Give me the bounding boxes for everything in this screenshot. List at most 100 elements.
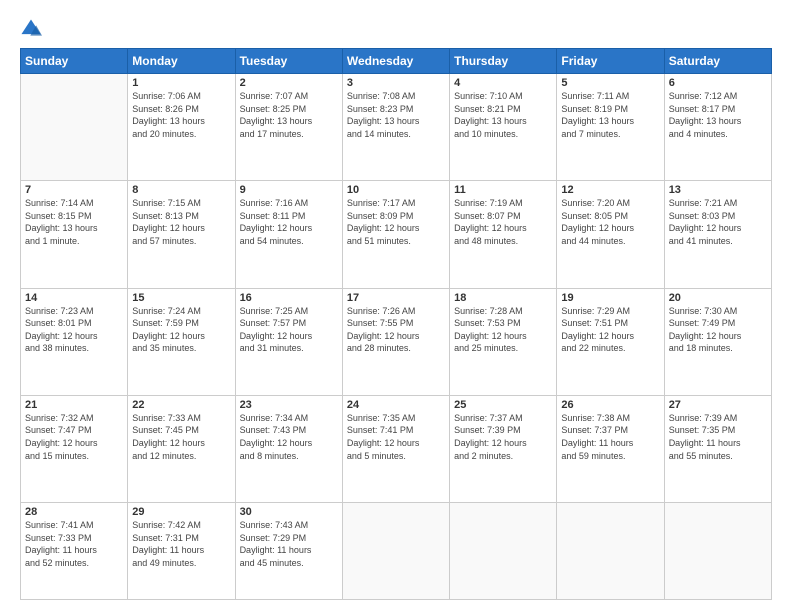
calendar-cell	[664, 503, 771, 600]
day-number: 15	[132, 292, 230, 304]
day-info: Sunrise: 7:11 AM Sunset: 8:19 PM Dayligh…	[561, 90, 659, 140]
day-number: 28	[25, 506, 123, 518]
calendar-week-row: 7Sunrise: 7:14 AM Sunset: 8:15 PM Daylig…	[21, 181, 772, 288]
calendar-cell: 8Sunrise: 7:15 AM Sunset: 8:13 PM Daylig…	[128, 181, 235, 288]
calendar-cell: 9Sunrise: 7:16 AM Sunset: 8:11 PM Daylig…	[235, 181, 342, 288]
day-number: 25	[454, 399, 552, 411]
calendar-cell: 3Sunrise: 7:08 AM Sunset: 8:23 PM Daylig…	[342, 74, 449, 181]
logo	[20, 18, 46, 40]
day-info: Sunrise: 7:41 AM Sunset: 7:33 PM Dayligh…	[25, 519, 123, 569]
day-info: Sunrise: 7:43 AM Sunset: 7:29 PM Dayligh…	[240, 519, 338, 569]
day-info: Sunrise: 7:23 AM Sunset: 8:01 PM Dayligh…	[25, 305, 123, 355]
calendar-week-row: 28Sunrise: 7:41 AM Sunset: 7:33 PM Dayli…	[21, 503, 772, 600]
page: SundayMondayTuesdayWednesdayThursdayFrid…	[0, 0, 792, 612]
day-number: 12	[561, 184, 659, 196]
day-number: 30	[240, 506, 338, 518]
day-info: Sunrise: 7:32 AM Sunset: 7:47 PM Dayligh…	[25, 412, 123, 462]
calendar-cell: 21Sunrise: 7:32 AM Sunset: 7:47 PM Dayli…	[21, 395, 128, 502]
calendar-cell: 10Sunrise: 7:17 AM Sunset: 8:09 PM Dayli…	[342, 181, 449, 288]
calendar-day-header: Thursday	[450, 49, 557, 74]
day-number: 5	[561, 77, 659, 89]
day-number: 17	[347, 292, 445, 304]
calendar-day-header: Monday	[128, 49, 235, 74]
day-info: Sunrise: 7:10 AM Sunset: 8:21 PM Dayligh…	[454, 90, 552, 140]
calendar-cell: 6Sunrise: 7:12 AM Sunset: 8:17 PM Daylig…	[664, 74, 771, 181]
day-number: 18	[454, 292, 552, 304]
day-info: Sunrise: 7:35 AM Sunset: 7:41 PM Dayligh…	[347, 412, 445, 462]
calendar-cell	[21, 74, 128, 181]
day-info: Sunrise: 7:37 AM Sunset: 7:39 PM Dayligh…	[454, 412, 552, 462]
day-number: 22	[132, 399, 230, 411]
calendar-header-row: SundayMondayTuesdayWednesdayThursdayFrid…	[21, 49, 772, 74]
day-info: Sunrise: 7:12 AM Sunset: 8:17 PM Dayligh…	[669, 90, 767, 140]
day-info: Sunrise: 7:15 AM Sunset: 8:13 PM Dayligh…	[132, 197, 230, 247]
day-info: Sunrise: 7:25 AM Sunset: 7:57 PM Dayligh…	[240, 305, 338, 355]
calendar-week-row: 14Sunrise: 7:23 AM Sunset: 8:01 PM Dayli…	[21, 288, 772, 395]
day-number: 6	[669, 77, 767, 89]
day-number: 11	[454, 184, 552, 196]
day-number: 20	[669, 292, 767, 304]
day-number: 2	[240, 77, 338, 89]
calendar-cell: 28Sunrise: 7:41 AM Sunset: 7:33 PM Dayli…	[21, 503, 128, 600]
calendar-day-header: Saturday	[664, 49, 771, 74]
day-number: 1	[132, 77, 230, 89]
calendar-cell: 17Sunrise: 7:26 AM Sunset: 7:55 PM Dayli…	[342, 288, 449, 395]
calendar-cell: 26Sunrise: 7:38 AM Sunset: 7:37 PM Dayli…	[557, 395, 664, 502]
day-info: Sunrise: 7:30 AM Sunset: 7:49 PM Dayligh…	[669, 305, 767, 355]
calendar-cell: 15Sunrise: 7:24 AM Sunset: 7:59 PM Dayli…	[128, 288, 235, 395]
calendar-cell: 20Sunrise: 7:30 AM Sunset: 7:49 PM Dayli…	[664, 288, 771, 395]
day-number: 26	[561, 399, 659, 411]
calendar-cell: 13Sunrise: 7:21 AM Sunset: 8:03 PM Dayli…	[664, 181, 771, 288]
day-number: 9	[240, 184, 338, 196]
calendar-cell: 27Sunrise: 7:39 AM Sunset: 7:35 PM Dayli…	[664, 395, 771, 502]
calendar-cell: 1Sunrise: 7:06 AM Sunset: 8:26 PM Daylig…	[128, 74, 235, 181]
calendar-cell: 4Sunrise: 7:10 AM Sunset: 8:21 PM Daylig…	[450, 74, 557, 181]
day-number: 23	[240, 399, 338, 411]
calendar-cell	[557, 503, 664, 600]
calendar-cell: 11Sunrise: 7:19 AM Sunset: 8:07 PM Dayli…	[450, 181, 557, 288]
day-info: Sunrise: 7:42 AM Sunset: 7:31 PM Dayligh…	[132, 519, 230, 569]
calendar-cell: 5Sunrise: 7:11 AM Sunset: 8:19 PM Daylig…	[557, 74, 664, 181]
day-info: Sunrise: 7:07 AM Sunset: 8:25 PM Dayligh…	[240, 90, 338, 140]
calendar-week-row: 1Sunrise: 7:06 AM Sunset: 8:26 PM Daylig…	[21, 74, 772, 181]
day-info: Sunrise: 7:28 AM Sunset: 7:53 PM Dayligh…	[454, 305, 552, 355]
day-number: 8	[132, 184, 230, 196]
day-number: 4	[454, 77, 552, 89]
day-number: 16	[240, 292, 338, 304]
calendar-cell: 2Sunrise: 7:07 AM Sunset: 8:25 PM Daylig…	[235, 74, 342, 181]
day-number: 29	[132, 506, 230, 518]
day-info: Sunrise: 7:26 AM Sunset: 7:55 PM Dayligh…	[347, 305, 445, 355]
calendar-cell: 29Sunrise: 7:42 AM Sunset: 7:31 PM Dayli…	[128, 503, 235, 600]
day-info: Sunrise: 7:14 AM Sunset: 8:15 PM Dayligh…	[25, 197, 123, 247]
day-info: Sunrise: 7:29 AM Sunset: 7:51 PM Dayligh…	[561, 305, 659, 355]
calendar-day-header: Friday	[557, 49, 664, 74]
day-info: Sunrise: 7:39 AM Sunset: 7:35 PM Dayligh…	[669, 412, 767, 462]
day-info: Sunrise: 7:17 AM Sunset: 8:09 PM Dayligh…	[347, 197, 445, 247]
calendar-cell: 23Sunrise: 7:34 AM Sunset: 7:43 PM Dayli…	[235, 395, 342, 502]
calendar-week-row: 21Sunrise: 7:32 AM Sunset: 7:47 PM Dayli…	[21, 395, 772, 502]
day-info: Sunrise: 7:34 AM Sunset: 7:43 PM Dayligh…	[240, 412, 338, 462]
day-info: Sunrise: 7:24 AM Sunset: 7:59 PM Dayligh…	[132, 305, 230, 355]
day-info: Sunrise: 7:16 AM Sunset: 8:11 PM Dayligh…	[240, 197, 338, 247]
day-info: Sunrise: 7:08 AM Sunset: 8:23 PM Dayligh…	[347, 90, 445, 140]
calendar-cell: 12Sunrise: 7:20 AM Sunset: 8:05 PM Dayli…	[557, 181, 664, 288]
calendar-day-header: Wednesday	[342, 49, 449, 74]
calendar-day-header: Tuesday	[235, 49, 342, 74]
day-number: 13	[669, 184, 767, 196]
day-info: Sunrise: 7:06 AM Sunset: 8:26 PM Dayligh…	[132, 90, 230, 140]
day-info: Sunrise: 7:38 AM Sunset: 7:37 PM Dayligh…	[561, 412, 659, 462]
calendar-cell	[342, 503, 449, 600]
calendar-cell: 7Sunrise: 7:14 AM Sunset: 8:15 PM Daylig…	[21, 181, 128, 288]
calendar-cell: 19Sunrise: 7:29 AM Sunset: 7:51 PM Dayli…	[557, 288, 664, 395]
day-number: 7	[25, 184, 123, 196]
day-number: 10	[347, 184, 445, 196]
day-number: 21	[25, 399, 123, 411]
calendar-cell: 30Sunrise: 7:43 AM Sunset: 7:29 PM Dayli…	[235, 503, 342, 600]
calendar-cell: 24Sunrise: 7:35 AM Sunset: 7:41 PM Dayli…	[342, 395, 449, 502]
day-number: 19	[561, 292, 659, 304]
calendar-day-header: Sunday	[21, 49, 128, 74]
header	[20, 18, 772, 40]
calendar-cell: 14Sunrise: 7:23 AM Sunset: 8:01 PM Dayli…	[21, 288, 128, 395]
day-number: 14	[25, 292, 123, 304]
calendar-cell: 25Sunrise: 7:37 AM Sunset: 7:39 PM Dayli…	[450, 395, 557, 502]
